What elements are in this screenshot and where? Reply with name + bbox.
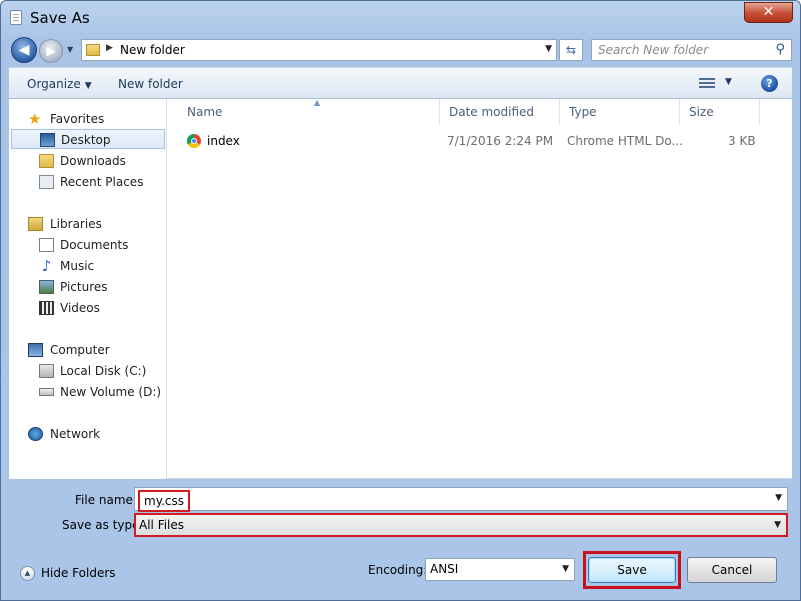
music-note-icon: ♪ [41,257,52,275]
file-name-label: File name: [75,493,137,507]
network-globe-icon [28,427,43,441]
forward-button[interactable]: ▶ [39,39,63,63]
encoding-label: Encoding: [368,563,428,577]
sidebar-item-desktop[interactable]: Desktop [11,129,165,149]
notepad-icon [10,10,22,25]
column-header-size[interactable]: Size [680,99,760,125]
view-dropdown-chevron-icon[interactable]: ▼ [725,77,732,87]
new-folder-button[interactable]: New folder [118,77,183,91]
chrome-html-icon [187,134,201,148]
save-as-type-select[interactable]: All Files ▼ [134,513,788,537]
sidebar-item-label: Music [60,259,95,273]
file-name[interactable]: index [207,129,240,153]
search-icon[interactable]: ⚲ [775,42,785,57]
file-date-modified: 7/1/2016 2:24 PM [447,134,554,148]
column-header-name[interactable]: Name ▲ [178,98,440,125]
sidebar-item-label: Pictures [60,280,108,294]
save-as-type-label: Save as type: [62,518,144,532]
back-button[interactable]: ◀ [11,37,37,63]
browser-area: ★ Favorites Desktop Downloads Recent Pla… [9,98,792,479]
navigation-pane[interactable]: ★ Favorites Desktop Downloads Recent Pla… [9,99,167,479]
window-title: Save As [30,9,90,27]
save-as-dialog: Save As ✕ ◀ ▶ ▼ ▶ New folder ▼ ⇆ Search … [0,0,801,601]
organize-button[interactable]: Organize ▼ [27,77,92,91]
sidebar-item-label: Libraries [50,217,102,231]
sidebar-item-label: Downloads [60,154,126,168]
breadcrumb-new-folder[interactable]: New folder [120,43,185,57]
pictures-icon [39,280,54,294]
sidebar-item-pictures[interactable]: Pictures [9,277,167,297]
save-type-chevron-down-icon[interactable]: ▼ [774,520,781,530]
search-input[interactable]: Search New folder [598,43,708,57]
encoding-chevron-down-icon[interactable]: ▼ [562,564,569,574]
sidebar-item-label: Favorites [50,112,105,126]
save-as-type-value: All Files [139,518,185,532]
sidebar-item-network[interactable]: Network [9,424,167,444]
libraries-icon [28,217,43,231]
refresh-button[interactable]: ⇆ [559,39,583,61]
breadcrumb-arrow-icon[interactable]: ▶ [106,43,113,53]
sidebar-item-label: Videos [60,301,100,315]
file-name-input[interactable]: my.css [138,490,190,512]
search-box[interactable]: Search New folder ⚲ [591,39,792,61]
sidebar-item-label: Recent Places [60,175,144,189]
address-bar[interactable]: ▶ New folder ▼ [81,39,557,61]
file-type: Chrome HTML Do... [567,134,683,148]
organize-label: Organize [27,77,81,91]
film-strip-icon [39,301,54,315]
folder-icon [86,44,100,56]
chevron-down-icon: ▼ [84,81,92,91]
sidebar-item-computer[interactable]: Computer [9,340,167,360]
sidebar-item-documents[interactable]: Documents [9,235,167,255]
sidebar-item-music[interactable]: ♪ Music [9,256,167,276]
drive-icon [39,388,54,396]
help-button[interactable]: ? [761,75,778,92]
view-options-icon[interactable] [699,78,715,89]
sidebar-item-label: New Volume (D:) [60,385,162,399]
sidebar-item-downloads[interactable]: Downloads [9,151,167,171]
chevron-up-icon: ▲ [20,566,35,581]
cancel-button[interactable]: Cancel [687,557,777,583]
file-list[interactable]: Name ▲ Date modified Type Size index 7/1… [168,98,792,479]
encoding-value: ANSI [430,562,459,576]
column-name-label: Name [187,105,223,119]
command-bar: Organize ▼ New folder ▼ ? [9,67,792,99]
hide-folders-label: Hide Folders [41,566,116,580]
address-dropdown-chevron-icon[interactable]: ▼ [545,44,552,54]
recent-places-icon [39,175,54,189]
table-row[interactable]: index 7/1/2016 2:24 PM Chrome HTML Do...… [168,129,792,153]
sidebar-item-videos[interactable]: Videos [9,298,167,318]
local-disk-icon [39,364,54,378]
title-bar: Save As ✕ [1,1,800,33]
computer-icon [28,343,43,357]
sidebar-item-label: Desktop [61,133,111,147]
sidebar-item-local-disk[interactable]: Local Disk (C:) [9,361,167,381]
sidebar-item-label: Network [50,427,101,441]
sidebar-item-label: Local Disk (C:) [60,364,147,378]
file-name-dropdown-chevron-icon[interactable]: ▼ [775,493,782,503]
documents-icon [39,238,54,252]
recent-locations-chevron-icon[interactable]: ▼ [67,45,73,54]
save-button[interactable]: Save [588,557,676,583]
star-icon: ★ [28,110,42,128]
file-name-field[interactable]: my.css ▼ [134,487,788,512]
file-size: 3 KB [728,134,756,148]
column-header-type[interactable]: Type [560,99,680,125]
sidebar-item-label: Documents [60,238,129,252]
column-header-date-modified[interactable]: Date modified [440,99,560,125]
sidebar-item-libraries[interactable]: Libraries [9,214,167,234]
sidebar-item-favorites[interactable]: ★ Favorites [9,109,167,129]
desktop-icon [40,133,55,147]
sidebar-item-recent-places[interactable]: Recent Places [9,172,167,192]
sort-ascending-icon: ▲ [314,98,321,107]
sidebar-item-new-volume[interactable]: New Volume (D:) [9,382,167,402]
encoding-select[interactable]: ANSI ▼ [425,558,575,581]
close-button[interactable]: ✕ [744,2,793,23]
sidebar-item-label: Computer [50,343,110,357]
downloads-folder-icon [39,154,54,168]
